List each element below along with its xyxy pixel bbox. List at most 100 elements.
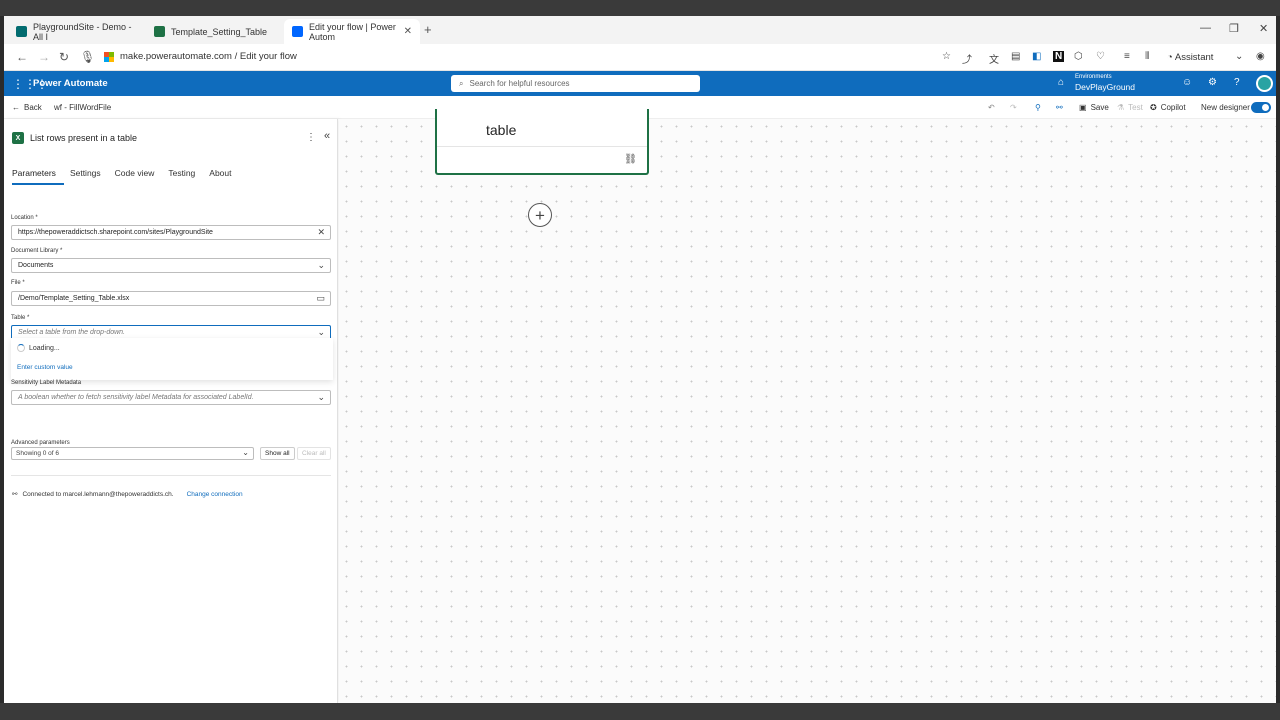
smile-icon[interactable]: ☺: [1182, 77, 1192, 88]
app-header: ⋮⋮⋮ Power Automate ⌕ Search for helpful …: [4, 71, 1276, 96]
assistant-button[interactable]: ◔ Assistant: [1167, 52, 1213, 63]
location-field[interactable]: https://thepoweraddictsch.sharepoint.com…: [11, 225, 331, 240]
minimize-icon[interactable]: —: [1200, 22, 1211, 34]
back-button[interactable]: ← Back: [12, 103, 42, 112]
favorite-star-icon[interactable]: ☆: [942, 51, 951, 62]
chevron-down-icon[interactable]: ⌄: [1235, 51, 1243, 62]
puzzle-icon[interactable]: ⬡: [1074, 51, 1083, 62]
microphone-icon[interactable]: 🎙: [80, 50, 95, 64]
spinner-icon: [17, 344, 25, 352]
connection-info: ⚯ Connected to marcel.lehmann@thepowerad…: [12, 490, 243, 499]
connections-icon[interactable]: ⚯: [1056, 103, 1063, 112]
search-input[interactable]: ⌕ Search for helpful resources: [451, 75, 700, 92]
collapse-panel-icon[interactable]: «: [324, 130, 330, 142]
more-options-icon[interactable]: ⋮: [306, 132, 316, 143]
flow-name: wf - FillWordFile: [54, 103, 112, 112]
test-label: Test: [1128, 103, 1143, 112]
save-button[interactable]: ▣ Save: [1079, 103, 1109, 112]
sharepoint-icon: [16, 26, 27, 37]
plus-icon: +: [535, 205, 545, 225]
close-tab-icon[interactable]: ✕: [404, 26, 412, 37]
file-field[interactable]: /Demo/Template_Setting_Table.xlsx ▭: [11, 291, 331, 306]
audio-icon[interactable]: ⦀: [1145, 51, 1149, 62]
table-dropdown: Loading... Enter custom value: [11, 338, 333, 380]
reader-icon[interactable]: ▤: [1011, 51, 1020, 62]
tab-title: Edit your flow | Power Autom: [309, 21, 396, 42]
enter-custom-value-link[interactable]: Enter custom value: [17, 364, 73, 371]
collections-icon[interactable]: ♡: [1096, 51, 1105, 62]
library-label: Document Library *: [11, 248, 63, 254]
sensitivity-select[interactable]: A boolean whether to fetch sensitivity l…: [11, 390, 331, 405]
copilot-button[interactable]: ✪ Copilot: [1150, 103, 1186, 112]
connection-icon: ⚯: [12, 491, 18, 498]
advanced-select[interactable]: Showing 0 of 6 ⌄: [11, 447, 254, 460]
refresh-icon[interactable]: ↻: [59, 50, 69, 64]
location-label: Location *: [11, 215, 38, 221]
avatar[interactable]: [1256, 75, 1273, 92]
settings-gear-icon[interactable]: ⚙: [1208, 77, 1217, 88]
test-button[interactable]: ⚗ Test: [1117, 103, 1143, 112]
tab-strip: PlaygroundSite - Demo - All I Template_S…: [4, 16, 1276, 44]
tab-settings[interactable]: Settings: [70, 168, 109, 185]
maximize-icon[interactable]: ❐: [1229, 22, 1239, 35]
flow-checker-icon[interactable]: ⚲: [1035, 103, 1041, 112]
notion-icon[interactable]: N: [1053, 51, 1065, 62]
clear-all-button[interactable]: Clear all: [297, 447, 331, 460]
save-label: Save: [1090, 103, 1109, 112]
tab-parameters[interactable]: Parameters: [12, 168, 64, 185]
action-card[interactable]: table ⛓: [435, 109, 649, 175]
undo-icon[interactable]: ↶: [988, 103, 995, 112]
tab-testing[interactable]: Testing: [168, 168, 203, 185]
help-icon[interactable]: ?: [1234, 77, 1240, 88]
address-bar: ← → ↻ 🎙 make.powerautomate.com / Edit yo…: [4, 44, 1276, 71]
back-label: Back: [24, 103, 42, 112]
clear-icon[interactable]: ✕: [317, 227, 325, 238]
forward-arrow-icon[interactable]: →: [38, 50, 50, 64]
environment-name[interactable]: DevPlayGround: [1075, 82, 1135, 92]
os-bottom-bar: [0, 703, 1280, 720]
close-window-icon[interactable]: ✕: [1259, 22, 1268, 35]
chevron-down-icon: ⌄: [242, 448, 249, 457]
translate-icon[interactable]: 文: [989, 51, 999, 66]
sensitivity-placeholder: A boolean whether to fetch sensitivity l…: [18, 394, 254, 401]
favorites-bar-icon[interactable]: ≡: [1124, 51, 1130, 62]
link-icon: ⛓: [624, 154, 637, 165]
browser-tab-excel[interactable]: Template_Setting_Table: [146, 19, 282, 44]
app-title[interactable]: Power Automate: [33, 78, 108, 89]
action-config-panel: X List rows present in a table ⋮ « Param…: [4, 119, 338, 703]
action-card-title: table: [486, 122, 517, 138]
environment-icon: ⌂: [1058, 77, 1065, 88]
change-connection-link[interactable]: Change connection: [187, 491, 243, 498]
copilot-icon: ✪: [1150, 103, 1157, 112]
browser-tab-power-automate[interactable]: Edit your flow | Power Autom ✕: [284, 19, 420, 44]
url-field[interactable]: make.powerautomate.com / Edit your flow: [104, 51, 297, 62]
panel-tabs: Parameters Settings Code view Testing Ab…: [12, 168, 246, 185]
back-arrow-icon[interactable]: ←: [16, 50, 28, 64]
tab-about[interactable]: About: [209, 168, 239, 185]
power-automate-icon: [292, 26, 303, 37]
profile-icon[interactable]: ◉: [1256, 51, 1265, 62]
show-all-button[interactable]: Show all: [260, 447, 295, 460]
search-icon: ⌕: [459, 78, 464, 88]
microsoft-logo-icon: [104, 51, 114, 62]
redo-icon[interactable]: ↷: [1010, 103, 1017, 112]
panel-title-text: List rows present in a table: [30, 133, 138, 143]
environment-label: Environments: [1075, 74, 1112, 80]
new-tab-button[interactable]: +: [424, 22, 432, 37]
divider: [437, 146, 647, 147]
new-designer-toggle[interactable]: [1251, 102, 1271, 113]
flow-canvas[interactable]: table ⛓ +: [339, 109, 1276, 703]
file-label: File *: [11, 280, 25, 286]
connection-text: Connected to marcel.lehmann@thepoweraddi…: [22, 490, 174, 498]
table-placeholder: Select a table from the drop-down.: [18, 328, 126, 336]
location-value: https://thepoweraddictsch.sharepoint.com…: [18, 229, 213, 236]
file-value: /Demo/Template_Setting_Table.xlsx: [18, 295, 130, 302]
folder-icon[interactable]: ▭: [316, 293, 325, 304]
sensitivity-label: Sensitivity Label Metadata: [11, 380, 82, 386]
add-step-button[interactable]: +: [528, 203, 552, 227]
extension-icon[interactable]: ◧: [1032, 51, 1041, 62]
library-select[interactable]: Documents ⌄: [11, 258, 331, 273]
tab-code-view[interactable]: Code view: [115, 168, 163, 185]
share-icon[interactable]: ⤴: [962, 51, 972, 66]
browser-tab-sharepoint[interactable]: PlaygroundSite - Demo - All I: [8, 19, 144, 44]
